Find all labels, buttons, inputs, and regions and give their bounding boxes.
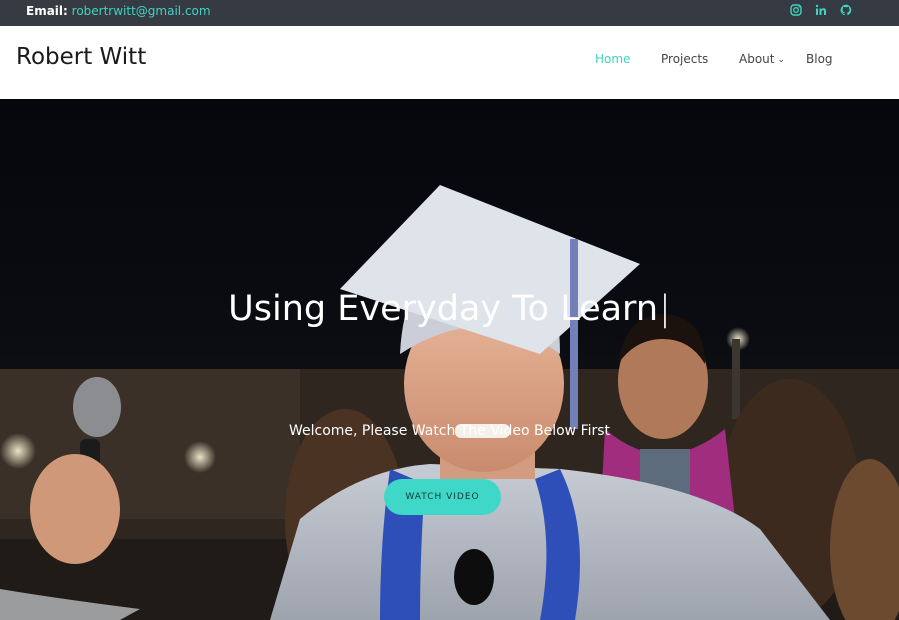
hero-title-text: Using Everyday To Learn bbox=[228, 289, 659, 329]
linkedin-icon[interactable] bbox=[815, 2, 829, 18]
hero-title: Using Everyday To Learn| bbox=[0, 289, 899, 329]
contact-email: Email: robertrwitt@gmail.com bbox=[26, 3, 211, 19]
hero-section: Using Everyday To Learn| Welcome, Please… bbox=[0, 99, 899, 620]
nav-projects[interactable]: Projects bbox=[661, 52, 708, 66]
nav-blog[interactable]: Blog bbox=[806, 52, 833, 66]
hero-background-photo bbox=[0, 185, 899, 620]
hero-subtitle: Welcome, Please Watch The Video Below Fi… bbox=[288, 423, 611, 439]
site-logo[interactable]: Robert Witt bbox=[16, 44, 146, 70]
email-link[interactable]: robertrwitt@gmail.com bbox=[72, 4, 211, 18]
site-header: Robert Witt Home Projects About ⌄ Blog bbox=[0, 26, 899, 99]
nav-about[interactable]: About ⌄ bbox=[739, 52, 785, 66]
nav-home[interactable]: Home bbox=[595, 52, 630, 66]
email-label: Email: bbox=[26, 4, 68, 18]
nav-about-label: About bbox=[739, 52, 775, 66]
typing-caret: | bbox=[659, 289, 671, 329]
chevron-down-icon: ⌄ bbox=[777, 55, 786, 65]
github-icon[interactable] bbox=[840, 2, 854, 18]
instagram-icon[interactable] bbox=[790, 2, 804, 18]
top-bar: Email: robertrwitt@gmail.com bbox=[0, 0, 899, 26]
watch-video-button[interactable]: Watch Video bbox=[384, 479, 501, 515]
